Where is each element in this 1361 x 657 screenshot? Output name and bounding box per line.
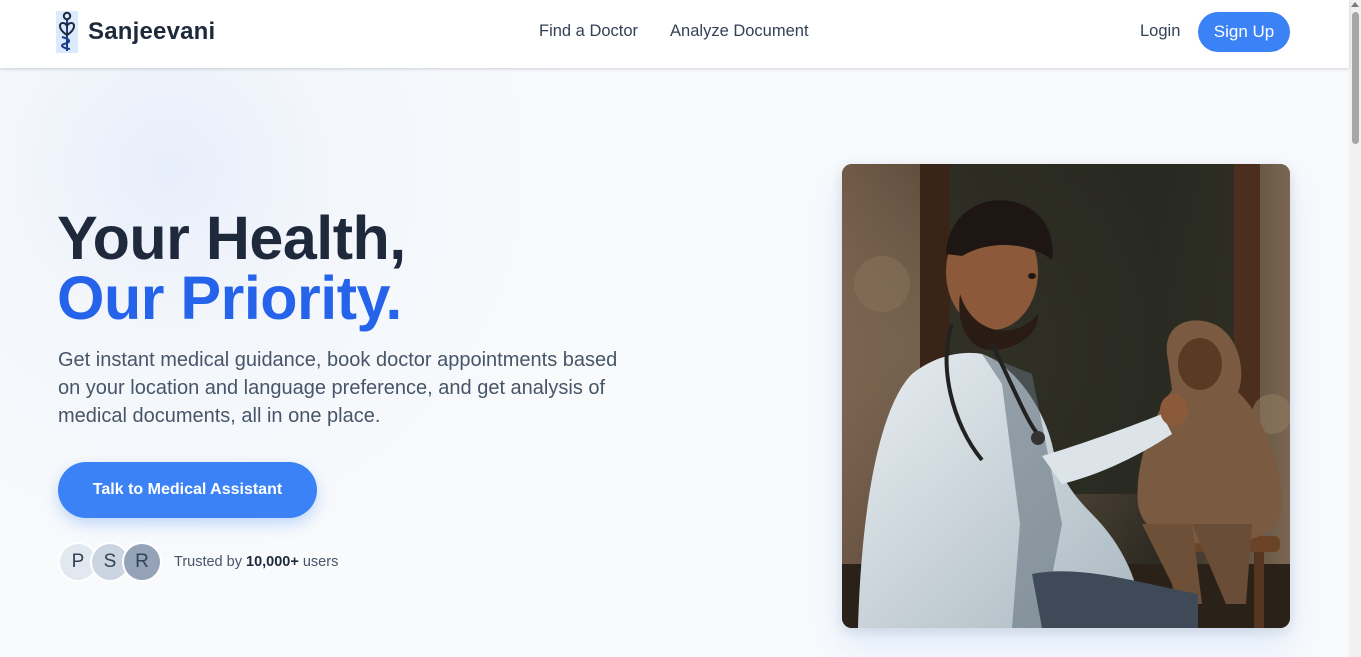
hero-subtitle: Get instant medical guidance, book docto… <box>58 349 618 427</box>
hero-doctor-image <box>842 164 1290 628</box>
trusted-prefix: Trusted by <box>174 554 242 570</box>
talk-to-medical-assistant-button[interactable]: Talk to Medical Assistant <box>58 462 317 518</box>
logo[interactable]: Sanjeevani <box>56 11 215 53</box>
signup-button[interactable]: Sign Up <box>1198 12 1290 52</box>
hero-headline: Your Health, Our Priority. <box>57 204 406 332</box>
nav-find-a-doctor[interactable]: Find a Doctor <box>539 22 638 41</box>
vertical-scrollbar[interactable] <box>1349 0 1361 657</box>
brand-name: Sanjeevani <box>88 18 216 45</box>
trusted-suffix: users <box>302 554 339 570</box>
headline-line-1: Your Health, <box>57 204 406 272</box>
caduceus-icon <box>56 11 78 53</box>
main-nav: Find a Doctor Analyze Document <box>539 22 809 41</box>
trusted-count: 10,000+ <box>246 554 299 570</box>
page: Sanjeevani Find a Doctor Analyze Documen… <box>0 0 1361 657</box>
nav-analyze-document[interactable]: Analyze Document <box>670 22 809 41</box>
scroll-up-arrow-icon[interactable] <box>1351 2 1359 7</box>
scrollbar-thumb[interactable] <box>1352 12 1359 144</box>
login-link[interactable]: Login <box>1140 22 1180 41</box>
headline-line-2: Our Priority. <box>57 264 402 332</box>
avatar: R <box>122 542 162 582</box>
trusted-by-text: Trusted by 10,000+ users <box>174 554 338 570</box>
doctor-with-child-illustration <box>842 164 1290 628</box>
user-avatars: P S R <box>58 542 168 582</box>
top-navbar: Sanjeevani Find a Doctor Analyze Documen… <box>0 0 1349 68</box>
